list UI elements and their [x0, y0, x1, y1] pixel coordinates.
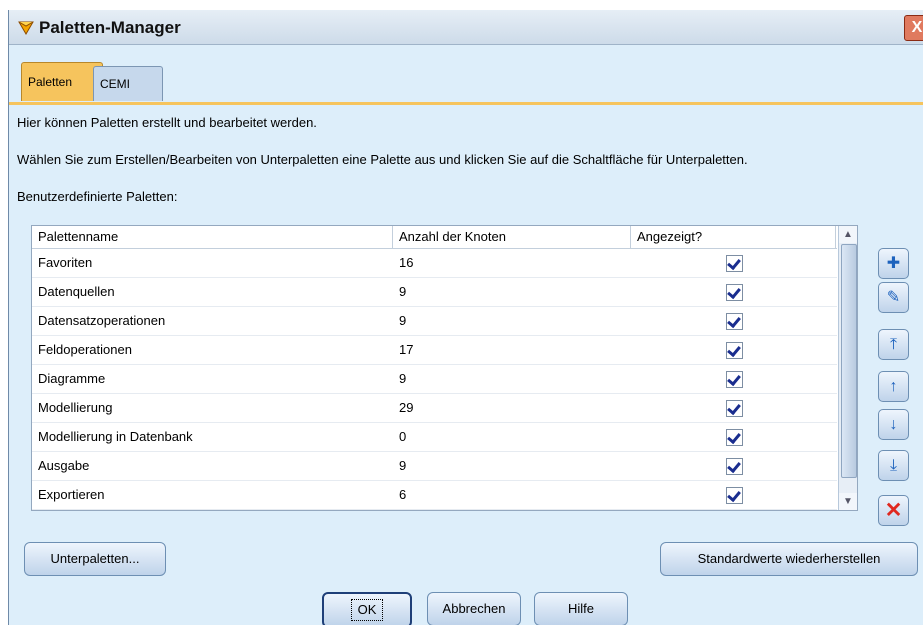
move-down-button[interactable]: ↓	[878, 409, 909, 440]
help-button[interactable]: Hilfe	[534, 592, 628, 625]
node-count: 16	[399, 255, 414, 270]
column-header-count[interactable]: Anzahl der Knoten	[393, 226, 631, 248]
shown-checkbox[interactable]	[726, 284, 743, 301]
table-header: Palettenname Anzahl der Knoten Angezeigt…	[32, 226, 837, 249]
table-row[interactable]: Favoriten 16	[32, 249, 837, 278]
node-count: 9	[399, 313, 407, 328]
cancel-button[interactable]: Abbrechen	[427, 592, 521, 625]
node-count: 9	[399, 371, 407, 386]
palette-name: Exportieren	[38, 487, 105, 502]
node-count: 9	[399, 458, 407, 473]
description-line-1: Hier können Paletten erstellt und bearbe…	[17, 115, 317, 130]
move-down-icon: ↓	[889, 416, 898, 433]
table-scrollbar[interactable]: ▲ ▼	[838, 226, 857, 510]
ok-button-label: OK	[350, 599, 384, 621]
shown-cell	[631, 423, 835, 451]
palettes-table: Palettenname Anzahl der Knoten Angezeigt…	[31, 225, 858, 511]
move-bottom-button[interactable]: ⤓	[878, 450, 909, 481]
move-up-icon: ↑	[889, 378, 898, 395]
palette-name: Datensatzoperationen	[38, 313, 166, 328]
table-row[interactable]: Feldoperationen 17	[32, 336, 837, 365]
edit-palette-icon: ✎	[886, 289, 901, 306]
node-count: 6	[399, 487, 407, 502]
tab-cemi[interactable]: CEMI	[93, 66, 163, 101]
palette-name: Modellierung in Datenbank	[38, 429, 193, 444]
shown-checkbox[interactable]	[726, 429, 743, 446]
table-row[interactable]: Ausgabe 9	[32, 452, 837, 481]
palette-name: Favoriten	[38, 255, 93, 270]
tab-content: Hier können Paletten erstellt und bearbe…	[9, 102, 923, 625]
shown-cell	[631, 452, 835, 480]
shown-checkbox[interactable]	[726, 458, 743, 475]
scroll-thumb[interactable]	[841, 244, 857, 478]
tab-paletten[interactable]: Paletten	[21, 62, 103, 101]
table-row[interactable]: Exportieren 6	[32, 481, 837, 510]
move-top-button[interactable]: ⤒	[878, 329, 909, 360]
table-row[interactable]: Datensatzoperationen 9	[32, 307, 837, 336]
table-row[interactable]: Modellierung in Datenbank 0	[32, 423, 837, 452]
shown-cell	[631, 365, 835, 393]
shown-cell	[631, 336, 835, 364]
move-top-icon: ⤒	[889, 336, 898, 353]
delete-icon: ✕	[884, 499, 903, 522]
node-count: 0	[399, 429, 407, 444]
restore-defaults-button[interactable]: Standardwerte wiederherstellen	[660, 542, 918, 576]
palette-name: Ausgabe	[38, 458, 90, 473]
table-row[interactable]: Diagramme 9	[32, 365, 837, 394]
column-header-shown[interactable]: Angezeigt?	[631, 226, 836, 248]
shown-checkbox[interactable]	[726, 255, 743, 272]
palette-name: Datenquellen	[38, 284, 115, 299]
shown-checkbox[interactable]	[726, 487, 743, 504]
node-count: 17	[399, 342, 414, 357]
description-line-2: Wählen Sie zum Erstellen/Bearbeiten von …	[17, 152, 748, 167]
shown-cell	[631, 249, 835, 277]
window-title: Paletten-Manager	[39, 18, 181, 37]
edit-palette-button[interactable]: ✎	[878, 282, 909, 313]
shown-cell	[631, 307, 835, 335]
node-count: 9	[399, 284, 407, 299]
move-up-button[interactable]: ↑	[878, 371, 909, 402]
shown-checkbox[interactable]	[726, 400, 743, 417]
move-bottom-icon: ⤓	[889, 457, 898, 474]
shown-checkbox[interactable]	[726, 313, 743, 330]
add-palette-button[interactable]: ✚	[878, 248, 909, 279]
palette-name: Feldoperationen	[38, 342, 132, 357]
custom-palettes-label: Benutzerdefinierte Paletten:	[17, 189, 178, 204]
shown-cell	[631, 394, 835, 422]
scroll-up-icon[interactable]: ▲	[839, 226, 857, 243]
shown-checkbox[interactable]	[726, 342, 743, 359]
shown-checkbox[interactable]	[726, 371, 743, 388]
title-bar: Paletten-Manager X	[9, 10, 923, 45]
column-header-name[interactable]: Palettenname	[32, 226, 393, 248]
add-palette-icon: ✚	[886, 255, 901, 272]
palette-app-icon	[18, 21, 34, 35]
subpalettes-button[interactable]: Unterpaletten...	[24, 542, 166, 576]
shown-cell	[631, 278, 835, 306]
table-row[interactable]: Modellierung 29	[32, 394, 837, 423]
palette-manager-dialog: Paletten-Manager X Paletten CEMI Hier kö…	[8, 10, 923, 625]
node-count: 29	[399, 400, 414, 415]
palette-name: Diagramme	[38, 371, 106, 386]
close-button[interactable]: X	[904, 15, 923, 41]
delete-button[interactable]: ✕	[878, 495, 909, 526]
shown-cell	[631, 481, 835, 509]
palette-name: Modellierung	[38, 400, 113, 415]
table-row[interactable]: Datenquellen 9	[32, 278, 837, 307]
scroll-down-icon[interactable]: ▼	[839, 493, 857, 510]
ok-button[interactable]: OK	[322, 592, 412, 625]
